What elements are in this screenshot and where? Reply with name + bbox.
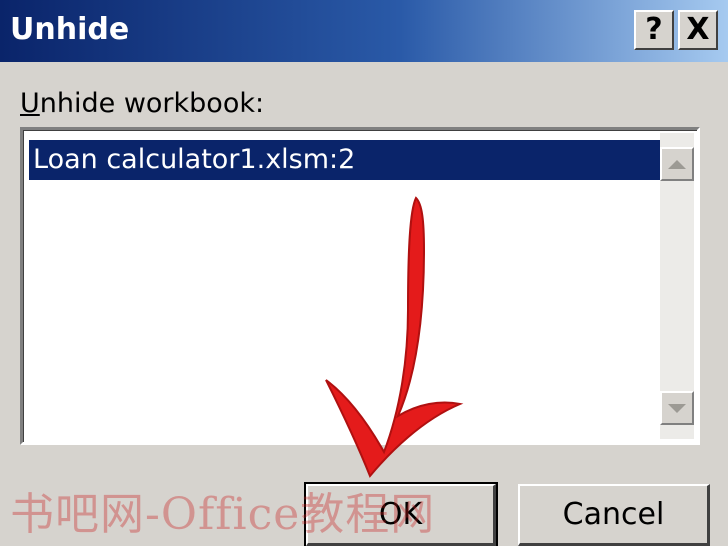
label-mnemonic: U bbox=[20, 88, 40, 119]
scroll-up-button[interactable] bbox=[660, 147, 694, 181]
title-bar: Unhide ? X bbox=[0, 0, 728, 62]
unhide-workbook-label: Unhide workbook: bbox=[20, 88, 264, 119]
scroll-down-arrow-icon bbox=[668, 403, 686, 413]
list-item-selected[interactable]: Loan calculator1.xlsm:2 bbox=[29, 140, 661, 180]
red-arrow-annotation-icon bbox=[325, 196, 464, 478]
label-text: nhide workbook: bbox=[39, 88, 265, 119]
dialog-title: Unhide bbox=[10, 12, 130, 47]
scroll-up-arrow-icon bbox=[668, 159, 686, 169]
help-button[interactable]: ? bbox=[634, 10, 674, 50]
scroll-down-button[interactable] bbox=[660, 391, 694, 425]
close-button[interactable]: X bbox=[678, 10, 718, 50]
vertical-scrollbar[interactable] bbox=[660, 133, 694, 439]
cancel-button[interactable]: Cancel bbox=[518, 484, 710, 546]
ok-button[interactable]: OK bbox=[304, 482, 498, 546]
